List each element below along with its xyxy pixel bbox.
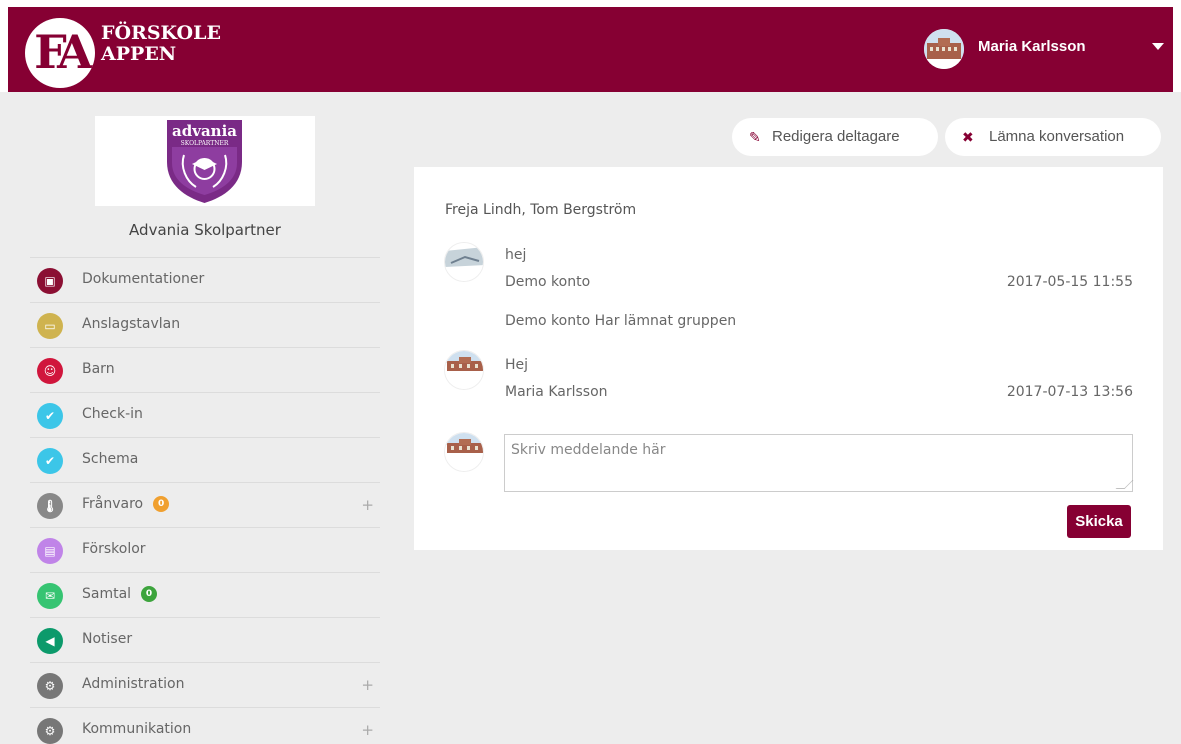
message-input[interactable] (504, 434, 1133, 492)
book-icon: ▤ (37, 538, 63, 564)
sidebar-item-label: Dokumentationer (82, 271, 205, 287)
conversation-participants: Freja Lindh, Tom Bergström (445, 202, 637, 218)
app-logo-icon[interactable]: FA (25, 18, 95, 88)
sidebar-item-label: Förskolor (82, 541, 146, 557)
gear-icon: ⚙ (37, 718, 63, 744)
sky-avatar-icon (445, 243, 483, 281)
conversation-panel: Freja Lindh, Tom Bergström hej Demo kont… (414, 167, 1163, 550)
logo-mark-text: FA (34, 25, 93, 79)
app-logo-text[interactable]: FÖRSKOLE APPEN (101, 23, 221, 65)
caret-down-icon[interactable] (1152, 43, 1164, 50)
message-author: Maria Karlsson (505, 384, 608, 400)
logo-line-2: APPEN (101, 43, 177, 65)
close-icon: ✖ (962, 129, 974, 145)
message-text: hej (505, 247, 527, 263)
sidebar-item-label: Samtal 0 (82, 586, 158, 602)
sidebar-item-label: Schema (82, 451, 139, 467)
sidebar-item-kommunikation[interactable]: ⚙ Kommunikation + (30, 707, 380, 744)
message-avatar (444, 350, 484, 390)
sidebar-item-anslagstavlan[interactable]: ▭ Anslagstavlan (30, 302, 380, 347)
sidebar-item-label: Frånvaro 0 (82, 496, 170, 512)
thermometer-icon: 🌡︎ (37, 493, 63, 519)
message-author: Demo konto (505, 274, 591, 290)
message-timestamp: 2017-07-13 13:56 (1006, 384, 1133, 400)
expand-plus-icon[interactable]: + (361, 676, 374, 694)
sidebar-item-label: Check-in (82, 406, 143, 422)
sidebar-item-label: Anslagstavlan (82, 316, 181, 332)
megaphone-icon: ◀ (37, 628, 63, 654)
expand-plus-icon[interactable]: + (361, 496, 374, 514)
sidebar-item-label: Administration (82, 676, 185, 692)
school-logo-top-text: advania (172, 122, 237, 140)
edit-participants-button[interactable]: ✎ Redigera deltagare (732, 118, 938, 156)
sidebar-item-label-text: Samtal (82, 586, 132, 602)
message-timestamp: 2017-05-15 11:55 (1006, 274, 1133, 290)
logo-line-1: FÖRSKOLE (101, 22, 221, 44)
sidebar-menu: ▣ Dokumentationer ▭ Anslagstavlan ☺ Barn… (30, 257, 380, 744)
system-note: Demo konto Har lämnat gruppen (505, 313, 737, 329)
building-avatar-icon (445, 351, 483, 389)
school-logo: advania SKOLPARTNER (95, 116, 315, 206)
sidebar-item-dokumentationer[interactable]: ▣ Dokumentationer (30, 257, 380, 302)
message-avatar (444, 242, 484, 282)
user-name[interactable]: Maria Karlsson (978, 38, 1086, 55)
sidebar-item-label: Barn (82, 361, 115, 377)
edit-icon: ✎ (749, 129, 761, 145)
sidebar-item-samtal[interactable]: ✉ Samtal 0 (30, 572, 380, 617)
expand-plus-icon[interactable]: + (361, 721, 374, 739)
monitor-icon: ▭ (37, 313, 63, 339)
check-icon: ✔ (37, 403, 63, 429)
school-name: Advania Skolpartner (129, 221, 281, 239)
sidebar-item-administration[interactable]: ⚙ Administration + (30, 662, 380, 707)
building-avatar-icon (924, 29, 964, 69)
sidebar-item-label: Kommunikation (82, 721, 192, 737)
composer-avatar (444, 432, 484, 472)
sidebar-item-forskolor[interactable]: ▤ Förskolor (30, 527, 380, 572)
user-avatar[interactable] (924, 29, 964, 69)
send-button[interactable]: Skicka (1067, 505, 1131, 538)
sidebar-item-schema[interactable]: ✔ Schema (30, 437, 380, 482)
count-badge: 0 (153, 496, 170, 512)
edit-participants-label: Redigera deltagare (772, 128, 900, 145)
sidebar-item-franvaro[interactable]: 🌡︎ Frånvaro 0 + (30, 482, 380, 527)
school-shield-icon: advania SKOLPARTNER (167, 120, 242, 203)
school-logo-sub-text: SKOLPARTNER (181, 140, 229, 147)
smiley-icon: ☺ (37, 358, 63, 384)
image-icon: ▣ (37, 268, 63, 294)
app-header: FA FÖRSKOLE APPEN Maria Karlsson (0, 0, 1181, 92)
count-badge: 0 (141, 586, 158, 602)
sidebar-item-barn[interactable]: ☺ Barn (30, 347, 380, 392)
sidebar-item-label: Notiser (82, 631, 133, 647)
check-icon: ✔ (37, 448, 63, 474)
message-text: Hej (505, 357, 529, 373)
leave-conversation-label: Lämna konversation (989, 128, 1125, 145)
sidebar-item-notiser[interactable]: ◀ Notiser (30, 617, 380, 662)
gear-icon: ⚙ (37, 673, 63, 699)
sidebar-item-label-text: Frånvaro (82, 496, 144, 512)
building-avatar-icon (445, 433, 483, 471)
header-bar: FA FÖRSKOLE APPEN Maria Karlsson (8, 7, 1173, 92)
sidebar-item-check-in[interactable]: ✔ Check-in (30, 392, 380, 437)
envelope-icon: ✉ (37, 583, 63, 609)
leave-conversation-button[interactable]: ✖ Lämna konversation (945, 118, 1161, 156)
